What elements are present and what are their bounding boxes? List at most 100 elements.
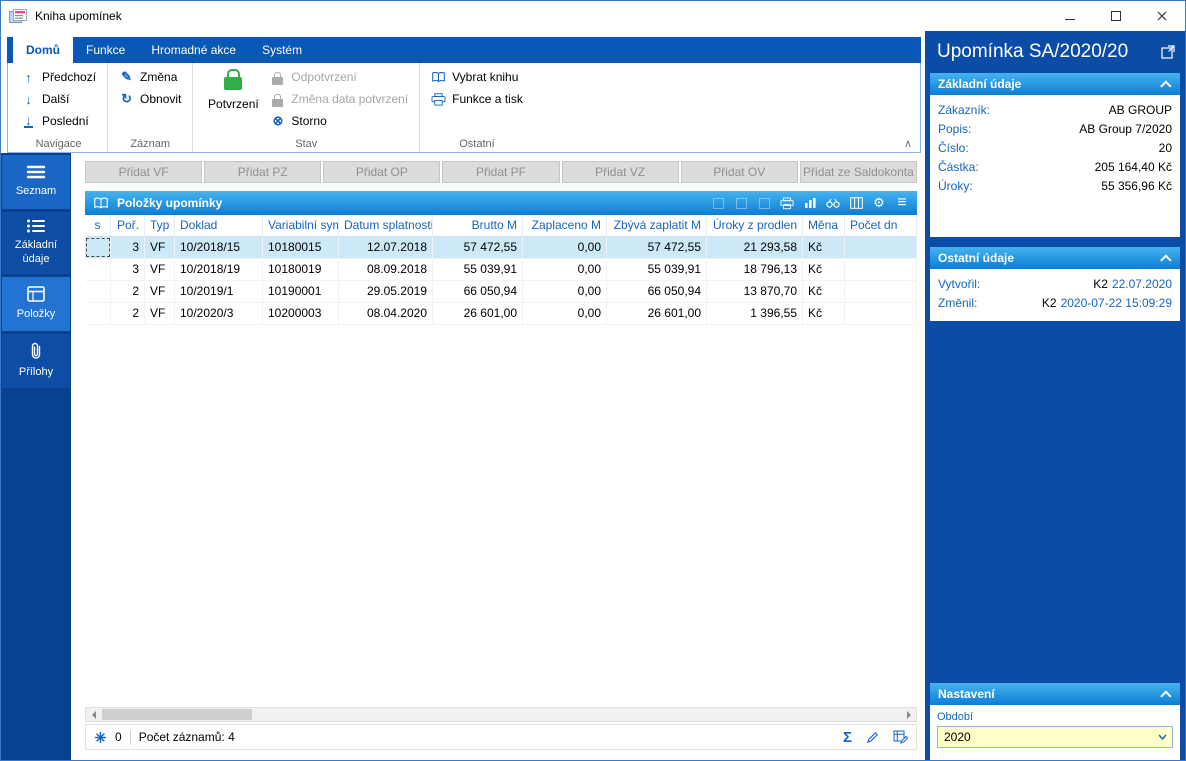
column-header-doklad[interactable]: Doklad <box>175 215 263 236</box>
table-cell[interactable]: 13 870,70 <box>707 281 803 302</box>
table-cell[interactable]: 10180015 <box>263 237 339 258</box>
sidebar-item-zakladni-udaje[interactable]: Základní údaje <box>2 212 70 274</box>
scrollbar-thumb[interactable] <box>102 709 252 720</box>
vybrat-knihu-button[interactable]: Vybrat knihu <box>427 66 527 88</box>
table-cell[interactable]: 10/2018/19 <box>175 259 263 280</box>
column-header-s[interactable]: s <box>85 215 111 236</box>
table-cell[interactable]: 10190001 <box>263 281 339 302</box>
column-header-typ[interactable]: Typ <box>145 215 175 236</box>
table-cell[interactable]: 3 <box>111 237 145 258</box>
sidebar-item-polozky[interactable]: Položky <box>2 276 70 331</box>
table-cell[interactable]: 21 293,58 <box>707 237 803 258</box>
table-row[interactable]: 3 VF 10/2018/15 10180015 12.07.2018 57 4… <box>85 237 917 259</box>
table-row[interactable]: 2 VF 10/2019/1 10190001 29.05.2019 66 05… <box>85 281 917 303</box>
table-cell[interactable]: 26 601,00 <box>607 303 707 324</box>
table-cell[interactable] <box>85 303 111 324</box>
obnovit-button[interactable]: ↻ Obnovit <box>115 88 185 110</box>
table-cell[interactable]: 08.09.2018 <box>339 259 433 280</box>
ribbon-collapse-button[interactable]: ∧ <box>904 137 912 150</box>
column-header-zbyva-zaplatit-m[interactable]: Zbývá zaplatit M <box>607 215 707 236</box>
dalsi-button[interactable]: ↓ Další <box>17 88 100 110</box>
column-header-zaplaceno-m[interactable]: Zaplaceno M <box>523 215 607 236</box>
sum-icon[interactable]: Σ <box>843 729 852 746</box>
chevron-up-icon[interactable] <box>1160 690 1172 702</box>
column-header-variabilni-symbol[interactable]: Variabilní sym <box>263 215 339 236</box>
table-cell[interactable]: 10/2018/15 <box>175 237 263 258</box>
posledni-button[interactable]: ↓ Poslední <box>17 110 100 132</box>
potvrzeni-button[interactable]: Potvrzení <box>200 66 266 136</box>
chart-icon[interactable] <box>803 196 817 211</box>
table-cell[interactable]: 10180019 <box>263 259 339 280</box>
table-cell[interactable] <box>85 259 111 280</box>
table-cell[interactable] <box>845 259 917 280</box>
table-cell[interactable] <box>845 281 917 302</box>
table-cell[interactable]: 55 039,91 <box>607 259 707 280</box>
table-cell[interactable]: 10/2020/3 <box>175 303 263 324</box>
column-header-datum-splatnosti[interactable]: Datum splatnosti <box>339 215 433 236</box>
section-header[interactable]: Základní údaje <box>930 73 1180 95</box>
table-cell[interactable]: 0,00 <box>523 303 607 324</box>
table-cell[interactable]: Kč <box>803 237 845 258</box>
table-cell[interactable]: 29.05.2019 <box>339 281 433 302</box>
table-cell[interactable]: 2 <box>111 303 145 324</box>
table-cell[interactable]: 0,00 <box>523 259 607 280</box>
edit-pencil-icon[interactable] <box>866 731 879 744</box>
table-cell[interactable]: 66 050,94 <box>433 281 523 302</box>
binoculars-search-icon[interactable] <box>826 196 840 211</box>
sidebar-item-prilohy[interactable]: Přílohy <box>2 333 70 388</box>
open-in-new-window-icon[interactable] <box>1161 45 1175 62</box>
column-header-por[interactable]: Poř. <box>111 215 145 236</box>
table-cell[interactable]: 3 <box>111 259 145 280</box>
table-cell[interactable] <box>85 237 111 258</box>
table-cell[interactable]: 10200003 <box>263 303 339 324</box>
minimize-button[interactable] <box>1047 1 1093 31</box>
tab-funkce[interactable]: Funkce <box>73 37 138 63</box>
table-row[interactable]: 2 VF 10/2020/3 10200003 08.04.2020 26 60… <box>85 303 917 325</box>
menu-icon[interactable]: ≡ <box>895 194 909 211</box>
table-cell[interactable]: 26 601,00 <box>433 303 523 324</box>
table-cell[interactable]: 08.04.2020 <box>339 303 433 324</box>
scroll-left-arrow[interactable] <box>86 708 101 721</box>
zmena-button[interactable]: ✎ Změna <box>115 66 185 88</box>
table-cell[interactable]: 2 <box>111 281 145 302</box>
tab-system[interactable]: Systém <box>249 37 315 63</box>
table-cell[interactable]: 55 039,91 <box>433 259 523 280</box>
edit-table-icon[interactable] <box>893 730 908 744</box>
table-cell[interactable]: 57 472,55 <box>433 237 523 258</box>
column-header-uroky-z-prodleni[interactable]: Úroky z prodlen <box>707 215 803 236</box>
table-row[interactable]: 3 VF 10/2018/19 10180019 08.09.2018 55 0… <box>85 259 917 281</box>
table-cell[interactable]: 10/2019/1 <box>175 281 263 302</box>
section-header[interactable]: Nastavení <box>930 683 1180 705</box>
storno-button[interactable]: ⊗ Storno <box>266 110 412 132</box>
tab-hromadne-akce[interactable]: Hromadné akce <box>138 37 249 63</box>
print-icon[interactable] <box>780 196 794 211</box>
close-button[interactable] <box>1139 1 1185 31</box>
scroll-right-arrow[interactable] <box>901 708 916 721</box>
table-cell[interactable]: 66 050,94 <box>607 281 707 302</box>
table-cell[interactable] <box>845 237 917 258</box>
combo-dropdown-button[interactable] <box>1152 727 1172 747</box>
table-cell[interactable]: 12.07.2018 <box>339 237 433 258</box>
column-header-mena[interactable]: Měna <box>803 215 845 236</box>
table-cell[interactable]: VF <box>145 303 175 324</box>
table-cell[interactable]: VF <box>145 237 175 258</box>
funkce-a-tisk-button[interactable]: Funkce a tisk <box>427 88 527 110</box>
table-cell[interactable]: VF <box>145 259 175 280</box>
horizontal-scrollbar[interactable] <box>85 707 917 722</box>
maximize-button[interactable] <box>1093 1 1139 31</box>
sidebar-item-seznam[interactable]: Seznam <box>2 155 70 209</box>
table-cell[interactable]: 57 472,55 <box>607 237 707 258</box>
table-cell[interactable]: 1 396,55 <box>707 303 803 324</box>
chevron-up-icon[interactable] <box>1160 80 1172 92</box>
table-cell[interactable]: Kč <box>803 281 845 302</box>
table-cell[interactable]: Kč <box>803 303 845 324</box>
table-cell[interactable] <box>85 281 111 302</box>
columns-icon[interactable] <box>849 196 863 211</box>
obdobi-combobox[interactable]: 2020 <box>937 726 1173 748</box>
predchozi-button[interactable]: ↑ Předchozí <box>17 66 100 88</box>
column-header-brutto-m[interactable]: Brutto M <box>433 215 523 236</box>
table-cell[interactable]: VF <box>145 281 175 302</box>
table-cell[interactable]: 0,00 <box>523 281 607 302</box>
section-header[interactable]: Ostatní údaje <box>930 247 1180 269</box>
table-cell[interactable] <box>845 303 917 324</box>
